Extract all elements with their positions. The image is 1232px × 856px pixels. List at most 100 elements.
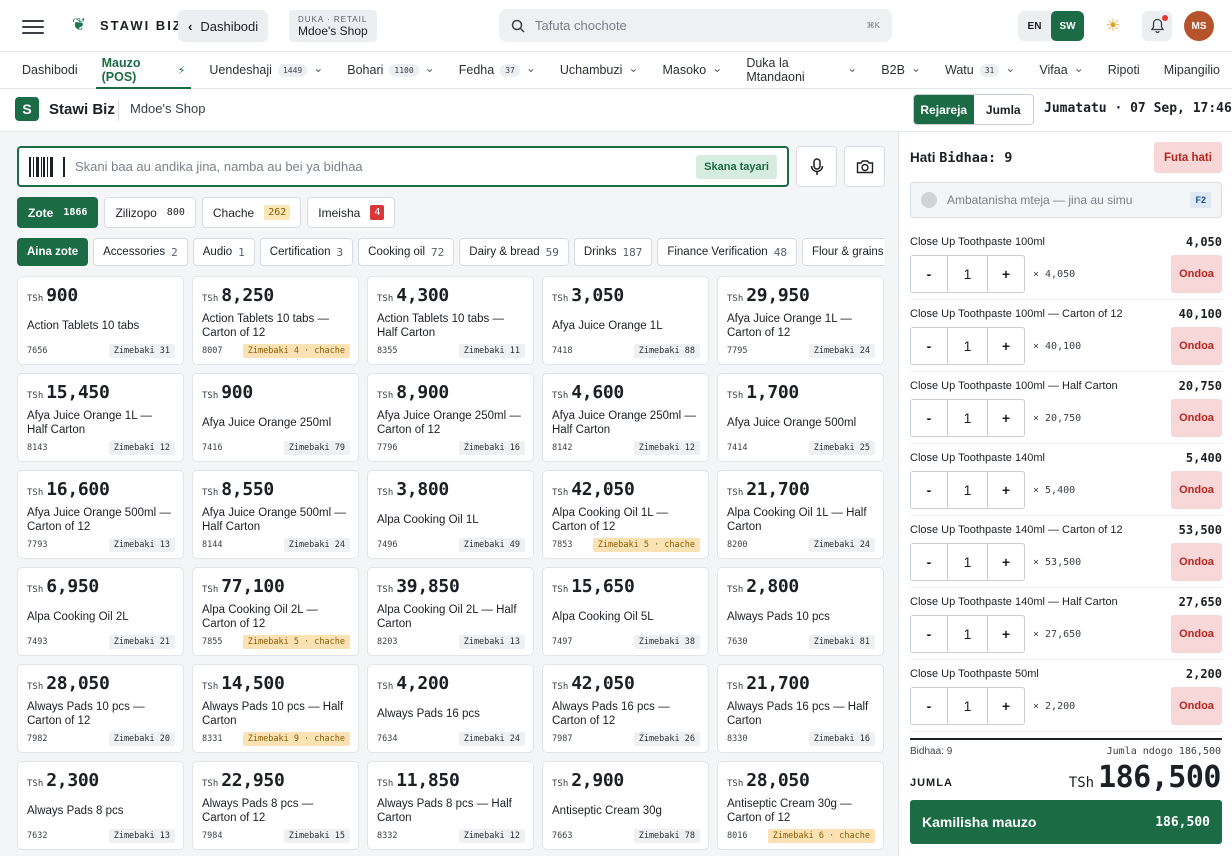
- nav-item-duka-la-mtandaoni[interactable]: Duka la Mtandaoni ⌄: [734, 52, 869, 89]
- product-card[interactable]: TSh 3,050 Afya Juice Orange 1L 7418 Zimebaki…: [542, 276, 709, 365]
- remove-item-button[interactable]: Ondoa: [1171, 543, 1222, 581]
- nav-item-bohari[interactable]: Bohari 1100 ⌄: [335, 52, 446, 89]
- increase-qty-button[interactable]: +: [988, 400, 1024, 436]
- notifications-button[interactable]: [1142, 11, 1172, 41]
- product-card[interactable]: TSh 21,700 Always Pads 16 pcs — Half Carto…: [717, 664, 884, 753]
- category-chip[interactable]: Dairy & bread 59: [459, 238, 569, 266]
- shop-switcher[interactable]: DUKA · RETAIL Mdoe's Shop: [289, 10, 377, 42]
- qty-input[interactable]: 1: [947, 400, 988, 436]
- category-chip[interactable]: Certification 3: [259, 238, 354, 266]
- nav-item-vifaa[interactable]: Vifaa ⌄: [1027, 52, 1095, 89]
- remove-item-button[interactable]: Ondoa: [1171, 399, 1222, 437]
- menu-icon[interactable]: [22, 16, 44, 36]
- increase-qty-button[interactable]: +: [988, 616, 1024, 652]
- decrease-qty-button[interactable]: -: [911, 256, 947, 292]
- product-card[interactable]: TSh 29,950 Afya Juice Orange 1L — Carton o…: [717, 276, 884, 365]
- product-card[interactable]: TSh 2,900 Antiseptic Cream 30g 7663 Zimebaki…: [542, 761, 709, 850]
- camera-scan-button[interactable]: [844, 146, 885, 187]
- product-card[interactable]: TSh 900 Afya Juice Orange 250ml 7416 Zimebak…: [192, 373, 359, 462]
- increase-qty-button[interactable]: +: [988, 688, 1024, 724]
- product-card[interactable]: TSh 28,050 Antiseptic Cream 30g — Carton o…: [717, 761, 884, 850]
- decrease-qty-button[interactable]: -: [911, 472, 947, 508]
- category-chip[interactable]: Flour & grains: [801, 238, 885, 266]
- qty-input[interactable]: 1: [947, 328, 988, 364]
- product-card[interactable]: TSh 21,700 Alpa Cooking Oil 1L — Half Cart…: [717, 470, 884, 559]
- nav-item-dashibodi[interactable]: Dashibodi: [10, 52, 90, 89]
- product-card[interactable]: TSh 28,050 Always Pads 10 pcs — Carton of …: [17, 664, 184, 753]
- qty-input[interactable]: 1: [947, 256, 988, 292]
- global-search[interactable]: Tafuta chochote ⌘K: [499, 9, 892, 42]
- category-chip[interactable]: Finance Verification 48: [657, 238, 797, 266]
- product-card[interactable]: TSh 4,200 Always Pads 16 pcs 7634 Zimebaki 2…: [367, 664, 534, 753]
- category-chip[interactable]: Drinks 187: [573, 238, 653, 266]
- qty-input[interactable]: 1: [947, 688, 988, 724]
- lang-en-button[interactable]: EN: [1018, 11, 1051, 41]
- product-card[interactable]: TSh 14,500 Always Pads 10 pcs — Half Carto…: [192, 664, 359, 753]
- stock-filter-zilizopo[interactable]: Zilizopo 800: [104, 197, 196, 228]
- category-chip[interactable]: Aina zote: [17, 238, 89, 266]
- nav-item-watu[interactable]: Watu 31 ⌄: [933, 52, 1027, 89]
- product-card[interactable]: TSh 22,950 Always Pads 8 pcs — Carton of 1…: [192, 761, 359, 850]
- sun-icon[interactable]: ☀: [1102, 15, 1124, 37]
- product-card[interactable]: TSh 42,050 Always Pads 16 pcs — Carton of …: [542, 664, 709, 753]
- stock-filter-imeisha[interactable]: Imeisha 4: [307, 197, 396, 228]
- product-card[interactable]: TSh 3,800 Alpa Cooking Oil 1L 7496 Zimebaki …: [367, 470, 534, 559]
- nav-item-mauzo-pos[interactable]: Mauzo (POS) ⚡: [90, 52, 198, 89]
- remove-item-button[interactable]: Ondoa: [1171, 471, 1222, 509]
- product-card[interactable]: TSh 2,300 Always Pads 8 pcs 7632 Zimebaki 13: [17, 761, 184, 850]
- product-card[interactable]: TSh 15,650 Alpa Cooking Oil 5L 7497 Zimebaki…: [542, 567, 709, 656]
- qty-input[interactable]: 1: [947, 616, 988, 652]
- category-chip[interactable]: Accessories 2: [93, 238, 188, 266]
- product-card[interactable]: TSh 900 Action Tablets 10 tabs 7656 Zimebaki…: [17, 276, 184, 365]
- increase-qty-button[interactable]: +: [988, 472, 1024, 508]
- nav-item-b2b[interactable]: B2B ⌄: [869, 52, 933, 89]
- category-chip[interactable]: Audio 1: [192, 238, 255, 266]
- nav-item-mipangilio[interactable]: Mipangilio: [1152, 52, 1232, 89]
- lang-sw-button[interactable]: SW: [1051, 11, 1084, 41]
- attach-customer-input[interactable]: Ambatanisha mteja — jina au simu F2: [910, 182, 1222, 218]
- remove-item-button[interactable]: Ondoa: [1171, 255, 1222, 293]
- product-card[interactable]: TSh 77,100 Alpa Cooking Oil 2L — Carton of…: [192, 567, 359, 656]
- qty-input[interactable]: 1: [947, 472, 988, 508]
- decrease-qty-button[interactable]: -: [911, 544, 947, 580]
- product-card[interactable]: TSh 8,900 Afya Juice Orange 250ml — Carton…: [367, 373, 534, 462]
- qty-input[interactable]: 1: [947, 544, 988, 580]
- brand-logo[interactable]: ❦ STAWI BIZ: [68, 14, 183, 36]
- product-scan-input[interactable]: Skani baa au andika jina, namba au bei y…: [17, 146, 789, 187]
- product-card[interactable]: TSh 11,850 Always Pads 8 pcs — Half Carton…: [367, 761, 534, 850]
- increase-qty-button[interactable]: +: [988, 256, 1024, 292]
- avatar[interactable]: MS: [1184, 11, 1214, 41]
- product-card[interactable]: TSh 39,850 Alpa Cooking Oil 2L — Half Cart…: [367, 567, 534, 656]
- decrease-qty-button[interactable]: -: [911, 400, 947, 436]
- product-card[interactable]: TSh 4,600 Afya Juice Orange 250ml — Half C…: [542, 373, 709, 462]
- mode-wholesale-button[interactable]: Jumla: [974, 95, 1034, 124]
- remove-item-button[interactable]: Ondoa: [1171, 327, 1222, 365]
- product-card[interactable]: TSh 4,300 Action Tablets 10 tabs — Half Ca…: [367, 276, 534, 365]
- complete-sale-button[interactable]: Kamilisha mauzo 186,500: [910, 800, 1222, 844]
- category-chip[interactable]: Cooking oil 72: [358, 238, 455, 266]
- nav-item-ripoti[interactable]: Ripoti: [1096, 52, 1152, 89]
- stock-filter-zote[interactable]: Zote 1866: [17, 197, 99, 228]
- product-card[interactable]: TSh 1,700 Afya Juice Orange 500ml 7414 Zimeb…: [717, 373, 884, 462]
- back-button[interactable]: ‹ Dashibodi: [178, 10, 269, 42]
- product-card[interactable]: TSh 15,450 Afya Juice Orange 1L — Half Car…: [17, 373, 184, 462]
- product-card[interactable]: TSh 2,800 Always Pads 10 pcs 7630 Zimebaki 8…: [717, 567, 884, 656]
- decrease-qty-button[interactable]: -: [911, 688, 947, 724]
- voice-search-button[interactable]: [796, 146, 837, 187]
- increase-qty-button[interactable]: +: [988, 544, 1024, 580]
- product-card[interactable]: TSh 42,050 Alpa Cooking Oil 1L — Carton of…: [542, 470, 709, 559]
- nav-item-masoko[interactable]: Masoko ⌄: [650, 52, 734, 89]
- product-card[interactable]: TSh 8,250 Action Tablets 10 tabs — Carton …: [192, 276, 359, 365]
- stock-filter-chache[interactable]: Chache 262: [201, 197, 302, 228]
- increase-qty-button[interactable]: +: [988, 328, 1024, 364]
- decrease-qty-button[interactable]: -: [911, 328, 947, 364]
- product-card[interactable]: TSh 8,550 Afya Juice Orange 500ml — Half C…: [192, 470, 359, 559]
- mode-retail-button[interactable]: Rejareja: [914, 95, 974, 124]
- product-card[interactable]: TSh 16,600 Afya Juice Orange 500ml — Carto…: [17, 470, 184, 559]
- product-card[interactable]: TSh 6,950 Alpa Cooking Oil 2L 7493 Zimebaki …: [17, 567, 184, 656]
- decrease-qty-button[interactable]: -: [911, 616, 947, 652]
- remove-item-button[interactable]: Ondoa: [1171, 615, 1222, 653]
- clear-cart-button[interactable]: Futa hati: [1154, 142, 1222, 173]
- remove-item-button[interactable]: Ondoa: [1171, 687, 1222, 725]
- nav-item-uendeshaji[interactable]: Uendeshaji 1449 ⌄: [197, 52, 335, 89]
